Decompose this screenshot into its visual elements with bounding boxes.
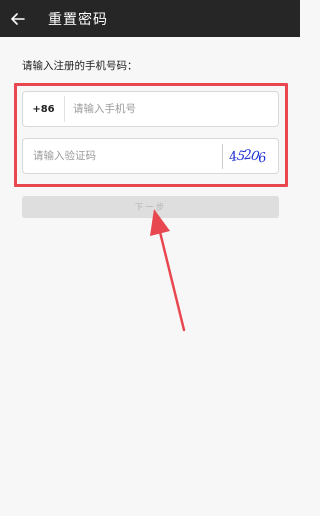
annotation-arrow (150, 209, 186, 332)
phone-prompt-label: 请输入注册的手机号码： (22, 60, 138, 72)
next-step-button[interactable]: 下一步 (22, 196, 279, 218)
page-title: 重置密码 (48, 11, 108, 28)
app-header: 重置密码 (0, 0, 300, 37)
phone-input[interactable] (73, 92, 263, 126)
reset-password-page: 重置密码 请输入注册的手机号码： +86 45206 下一步 (0, 0, 300, 516)
country-code-prefix[interactable]: +86 (23, 96, 65, 122)
phone-field: +86 (22, 91, 279, 127)
verification-code-field: 45206 (22, 138, 279, 174)
back-button[interactable] (0, 0, 36, 37)
verification-code-input[interactable] (33, 139, 213, 173)
arrow-left-icon (11, 12, 25, 25)
captcha-image[interactable]: 45206 (222, 144, 272, 169)
